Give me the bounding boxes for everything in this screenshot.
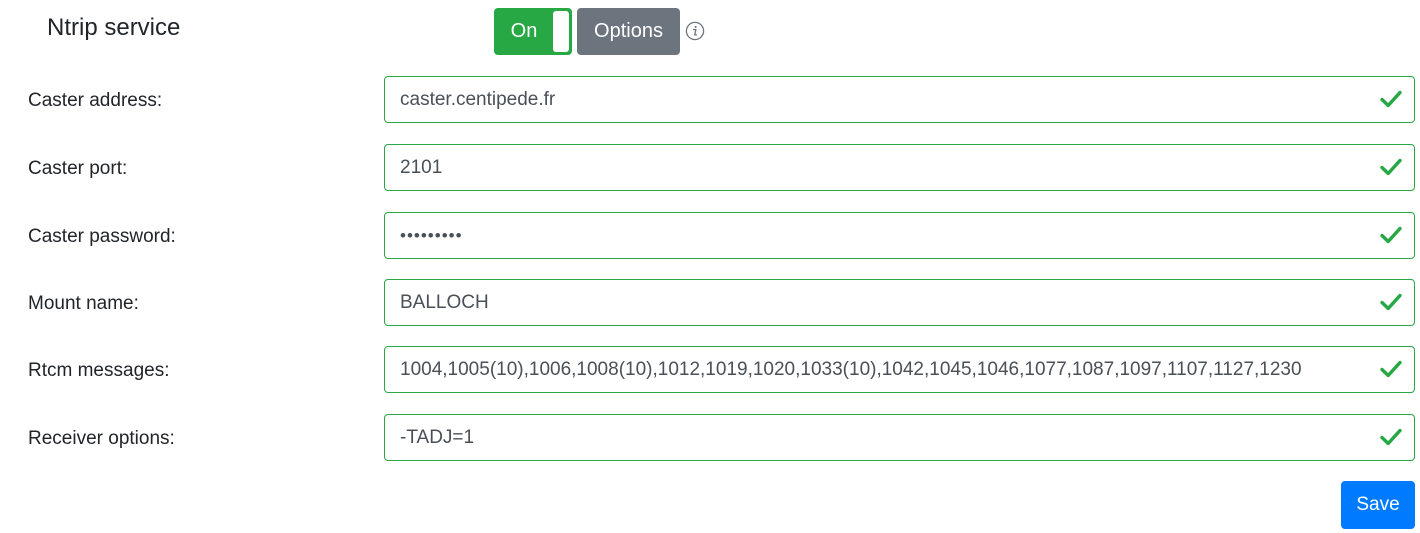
receiver-options-input[interactable]: -TADJ=1 [384, 414, 1415, 461]
ntrip-service-title: Ntrip service [47, 14, 181, 41]
save-button[interactable]: Save [1341, 481, 1415, 529]
ntrip-service-form: Ntrip service On Options Caster address:… [0, 0, 1420, 533]
check-icon [1380, 428, 1402, 446]
check-icon [1380, 158, 1402, 176]
rtcm-messages-label: Rtcm messages: [28, 360, 170, 381]
caster-password-input[interactable]: ••••••••• [384, 212, 1415, 259]
caster-port-input[interactable]: 2101 [384, 144, 1415, 191]
caster-password-value: ••••••••• [400, 226, 463, 245]
receiver-options-value: -TADJ=1 [400, 427, 475, 448]
info-circle-icon[interactable] [685, 21, 705, 41]
check-icon [1380, 293, 1402, 311]
caster-address-input[interactable]: caster.centipede.fr [384, 76, 1415, 123]
rtcm-messages-input[interactable]: 1004,1005(10),1006,1008(10),1012,1019,10… [384, 346, 1415, 393]
toggle-label: On [510, 20, 538, 42]
caster-address-value: caster.centipede.fr [400, 89, 556, 110]
receiver-options-label: Receiver options: [28, 428, 175, 449]
toggle-handle[interactable] [553, 11, 569, 52]
options-button[interactable]: Options [577, 8, 680, 55]
mount-name-label: Mount name: [28, 293, 139, 314]
caster-port-label: Caster port: [28, 158, 128, 179]
caster-address-label: Caster address: [28, 90, 163, 111]
check-icon [1380, 90, 1402, 108]
check-icon [1380, 226, 1402, 244]
ntrip-service-toggle[interactable]: On [494, 8, 572, 55]
caster-password-label: Caster password: [28, 226, 176, 247]
mount-name-input[interactable]: BALLOCH [384, 279, 1415, 326]
caster-port-value: 2101 [400, 157, 443, 178]
mount-name-value: BALLOCH [400, 292, 489, 313]
rtcm-messages-value: 1004,1005(10),1006,1008(10),1012,1019,10… [400, 359, 1302, 380]
check-icon [1380, 360, 1402, 378]
